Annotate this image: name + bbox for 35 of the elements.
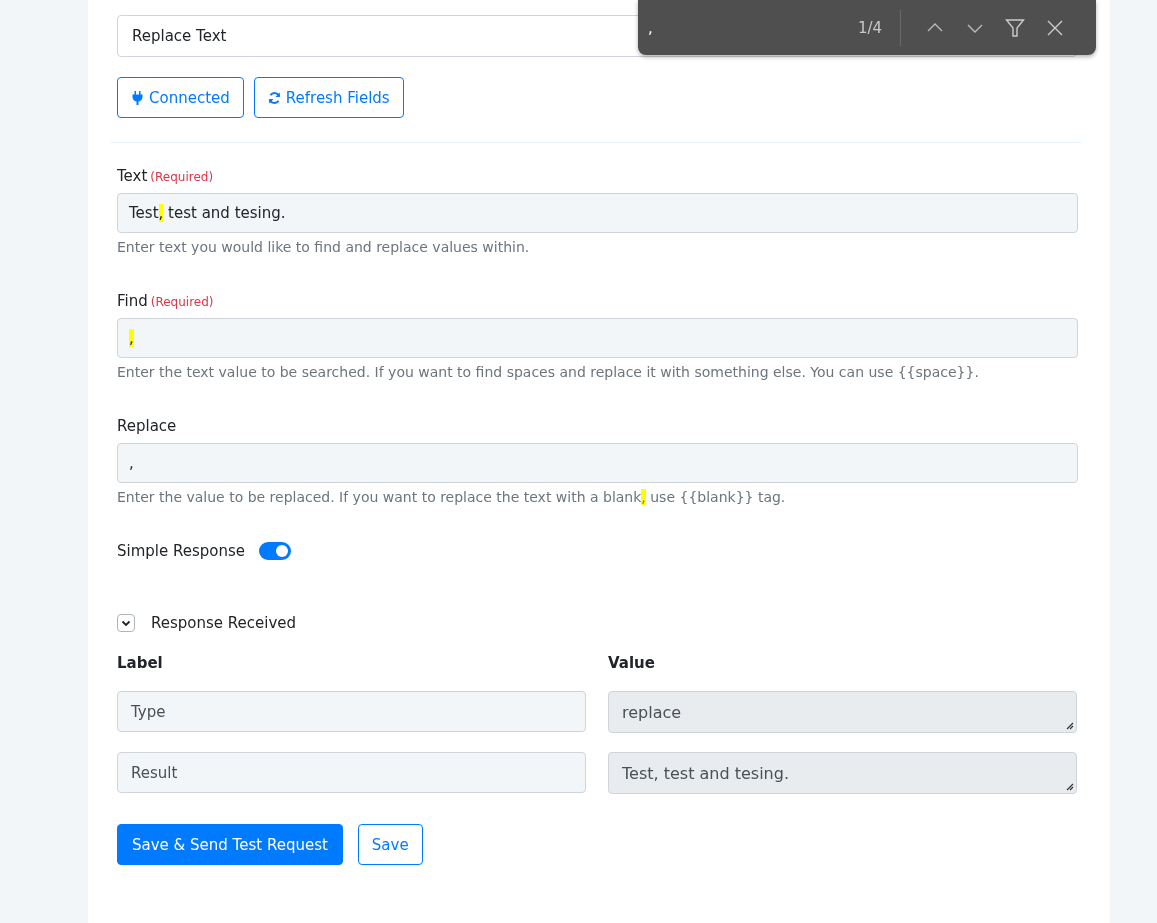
section-title: Response Received bbox=[151, 614, 297, 632]
input-field[interactable]: Test, test and tesing. bbox=[117, 193, 1078, 233]
column-header: Label bbox=[117, 654, 164, 672]
help-text: Enter the value to be replaced. If you want to replace the text with a blank, use {{blank}} tag. bbox=[117, 489, 787, 505]
find-query[interactable]: , bbox=[648, 18, 858, 37]
refresh-icon bbox=[267, 90, 281, 105]
match-count: 1/4 bbox=[858, 18, 884, 37]
field-label: Replace bbox=[117, 417, 177, 435]
field-label: Find bbox=[117, 292, 148, 310]
refresh-fields-button[interactable]: Refresh Fields bbox=[253, 77, 404, 118]
value-field[interactable]: Test, test and tesing. bbox=[608, 752, 1077, 794]
label-field[interactable]: Result bbox=[117, 752, 586, 793]
input-field[interactable]: , bbox=[117, 318, 1078, 358]
collapse-toggle[interactable] bbox=[117, 614, 135, 632]
toggle-switch[interactable] bbox=[259, 542, 292, 560]
value-text: Test, test and tesing. bbox=[622, 763, 789, 783]
label-field[interactable]: Type bbox=[117, 691, 586, 732]
help-text: Enter the text value to be searched. If you want to find spaces and replace it with something else. You can use {{space}}. bbox=[117, 364, 980, 380]
chevron-down-icon bbox=[121, 619, 131, 627]
required-note: (Required) bbox=[150, 170, 214, 184]
filter-icon bbox=[1005, 17, 1025, 38]
resize-grip-icon[interactable] bbox=[1065, 721, 1074, 730]
value-text: replace bbox=[622, 702, 682, 722]
connected-button[interactable]: Connected bbox=[117, 77, 244, 118]
required-note: (Required) bbox=[150, 295, 214, 309]
input-field[interactable]: , bbox=[117, 443, 1078, 483]
save-button[interactable]: Save bbox=[357, 824, 423, 865]
plug-icon bbox=[131, 90, 144, 105]
column-header: Value bbox=[608, 654, 656, 672]
toggle-label: Simple Response bbox=[117, 542, 246, 560]
send-test-request-button[interactable]: Save & Send Test Request bbox=[117, 824, 343, 865]
help-text: Enter text you would like to find and replace values within. bbox=[117, 239, 531, 255]
field-label: Text bbox=[117, 167, 148, 185]
resize-grip-icon[interactable] bbox=[1065, 782, 1074, 791]
value-field[interactable]: replace bbox=[608, 691, 1077, 733]
